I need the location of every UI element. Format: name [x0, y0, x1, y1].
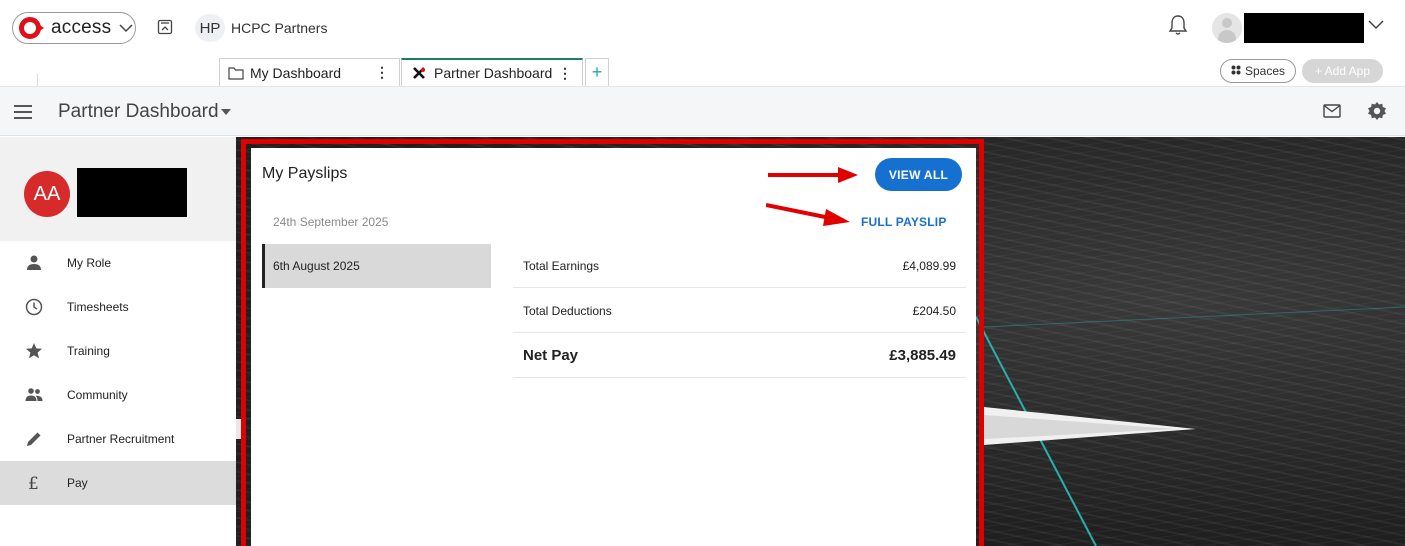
row-value: £3,885.49: [889, 347, 956, 364]
payslip-date-item-selected[interactable]: 6th August 2025: [262, 244, 491, 288]
user-avatar[interactable]: [1212, 13, 1242, 43]
row-value: £204.50: [912, 304, 956, 318]
sidebar-item-community[interactable]: Community: [0, 373, 236, 417]
redacted-user-name: [1244, 13, 1364, 43]
arrow-to-full-payslip-icon: [766, 203, 850, 226]
net-pay-row: Net Pay £3,885.49: [513, 334, 966, 378]
sidebar-item-label: My Role: [67, 256, 112, 270]
total-deductions-row: Total Deductions £204.50: [513, 289, 966, 333]
sidebar-item-label: Community: [67, 388, 128, 402]
tab-partner-dashboard[interactable]: Partner Dashboard ⋮: [401, 58, 583, 86]
tab-label: Partner Dashboard: [434, 65, 553, 81]
star-icon: [25, 342, 43, 360]
spaces-button[interactable]: Spaces: [1220, 59, 1296, 83]
payslips-card: My Payslips VIEW ALL FULL PAYSLIP 24th S…: [251, 148, 976, 546]
avatar[interactable]: AA: [24, 171, 70, 217]
caret-down-icon[interactable]: [221, 107, 231, 118]
spaces-label: Spaces: [1244, 64, 1286, 78]
user-menu-chevron-icon[interactable]: [1368, 17, 1384, 35]
sidebar-item-label: Training: [67, 344, 110, 358]
sidebar-item-label: Partner Recruitment: [67, 432, 175, 446]
sidebar-item-label: Pay: [67, 476, 88, 490]
tabs-row: My Dashboard ⋮ Partner Dashboard ⋮ + Spa…: [0, 56, 1405, 86]
folder-icon: [228, 66, 244, 80]
sidebar-item-pay[interactable]: £ Pay: [0, 461, 236, 505]
sidebar-nav: My Role Timesheets Training Community Pa…: [0, 241, 236, 505]
bell-icon[interactable]: [1168, 14, 1188, 36]
sidebar-item-timesheets[interactable]: Timesheets: [0, 285, 236, 329]
people-icon: [25, 386, 43, 404]
add-tab-button[interactable]: +: [585, 58, 609, 86]
row-label: Total Deductions: [523, 304, 612, 318]
clock-icon: [25, 298, 43, 316]
access-logo-icon: [19, 17, 44, 39]
close-tab-icon[interactable]: [412, 66, 428, 80]
page-title[interactable]: Partner Dashboard: [58, 101, 219, 123]
brand-name: access: [51, 17, 112, 38]
sidebar: AA My Role Timesheets Training Community…: [0, 137, 236, 546]
add-app-button[interactable]: + Add App: [1302, 59, 1383, 83]
divider: [37, 74, 38, 86]
redacted-profile-name: [77, 168, 187, 217]
access-app-switcher[interactable]: access: [12, 12, 136, 44]
row-label: Net Pay: [523, 347, 579, 364]
sidebar-item-my-role[interactable]: My Role: [0, 241, 236, 285]
menu-icon[interactable]: [14, 105, 32, 119]
pencil-icon: [25, 430, 43, 448]
view-all-button[interactable]: VIEW ALL: [875, 158, 962, 191]
sidebar-item-training[interactable]: Training: [0, 329, 236, 373]
payslip-date-item[interactable]: 24th September 2025: [262, 200, 491, 244]
top-bar: access HP HCPC Partners: [0, 0, 1405, 56]
row-value: £4,089.99: [902, 259, 956, 273]
org-switch-icon[interactable]: [157, 19, 173, 35]
sidebar-item-label: Timesheets: [67, 300, 129, 314]
pound-icon: £: [25, 474, 43, 494]
mail-icon[interactable]: [1323, 104, 1341, 118]
arrow-to-view-all-icon: [768, 167, 858, 183]
total-earnings-row: Total Earnings £4,089.99: [513, 244, 966, 288]
tab-menu-icon[interactable]: ⋮: [558, 65, 572, 82]
row-label: Total Earnings: [523, 259, 600, 273]
grid-icon: [1231, 64, 1241, 78]
full-payslip-link[interactable]: FULL PAYSLIP: [861, 215, 947, 229]
gear-icon[interactable]: [1367, 101, 1387, 121]
profile-panel: AA: [0, 137, 236, 241]
tab-menu-icon[interactable]: ⋮: [375, 64, 389, 81]
org-name[interactable]: HCPC Partners: [231, 20, 327, 36]
app-bar: Partner Dashboard: [0, 86, 1405, 136]
svg-text:£: £: [28, 474, 39, 492]
tab-label: My Dashboard: [250, 64, 342, 81]
tab-my-dashboard[interactable]: My Dashboard ⋮: [219, 58, 400, 86]
chevron-down-icon: [119, 21, 133, 36]
card-title: My Payslips: [262, 165, 348, 182]
person-icon: [25, 254, 43, 272]
org-badge[interactable]: HP: [195, 14, 225, 42]
sidebar-item-partner-recruitment[interactable]: Partner Recruitment: [0, 417, 236, 461]
